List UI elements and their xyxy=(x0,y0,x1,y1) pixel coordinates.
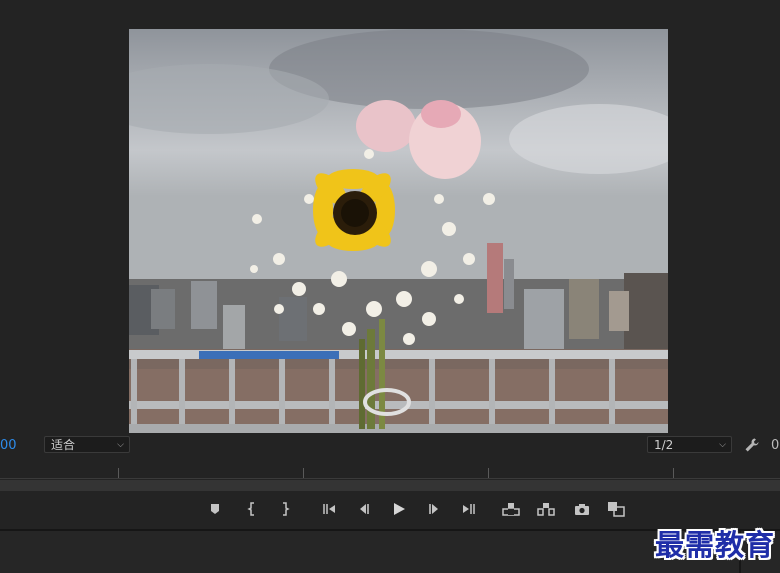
step-forward-icon xyxy=(429,504,438,514)
marker-icon xyxy=(211,504,219,514)
play-button[interactable] xyxy=(390,500,408,518)
mark-out-button[interactable] xyxy=(276,500,294,518)
mark-in-button[interactable] xyxy=(243,500,261,518)
ruler-tick xyxy=(673,468,674,478)
mark-out-icon xyxy=(283,502,290,516)
lift-icon xyxy=(502,503,520,516)
time-ruler[interactable] xyxy=(0,464,780,480)
preview-image xyxy=(129,29,668,433)
play-icon xyxy=(394,503,405,515)
program-monitor xyxy=(0,0,780,435)
zoom-scrollbar[interactable] xyxy=(0,480,780,491)
duration-display[interactable]: 0 xyxy=(771,438,779,453)
fit-select-value: 适合 xyxy=(51,438,76,452)
watermark-text: 最需教育 xyxy=(655,528,776,562)
ruler-tick xyxy=(488,468,489,478)
wrench-icon[interactable] xyxy=(744,437,760,453)
mark-in-icon xyxy=(247,502,254,516)
comparison-view-button[interactable] xyxy=(607,500,625,518)
add-marker-button[interactable] xyxy=(206,500,224,518)
ruler-tick xyxy=(118,468,119,478)
go-to-out-icon xyxy=(463,504,475,514)
go-to-in-button[interactable] xyxy=(321,500,339,518)
chevron-down-icon: ⌵ xyxy=(719,440,726,450)
step-forward-button[interactable] xyxy=(425,500,443,518)
extract-icon xyxy=(537,503,555,516)
go-to-in-icon xyxy=(323,504,335,514)
resolution-select-value: 1/2 xyxy=(654,438,674,452)
step-back-button[interactable] xyxy=(355,500,373,518)
lift-button[interactable] xyxy=(502,500,520,518)
comparison-icon xyxy=(608,502,625,517)
go-to-out-button[interactable] xyxy=(459,500,477,518)
resolution-select[interactable]: 1/2 ⌵ xyxy=(647,436,732,453)
monitor-controls: 00 适合 ⌵ 1/2 ⌵ 0 xyxy=(0,435,780,457)
extract-button[interactable] xyxy=(537,500,555,518)
ruler-baseline xyxy=(0,478,780,479)
timecode-display[interactable]: 00 xyxy=(0,438,17,453)
export-frame-button[interactable] xyxy=(573,500,591,518)
video-preview[interactable] xyxy=(129,29,668,433)
camera-icon xyxy=(575,503,589,515)
fit-select[interactable]: 适合 ⌵ xyxy=(44,436,130,453)
ruler-tick xyxy=(303,468,304,478)
step-back-icon xyxy=(360,504,369,514)
chevron-down-icon: ⌵ xyxy=(117,440,124,450)
